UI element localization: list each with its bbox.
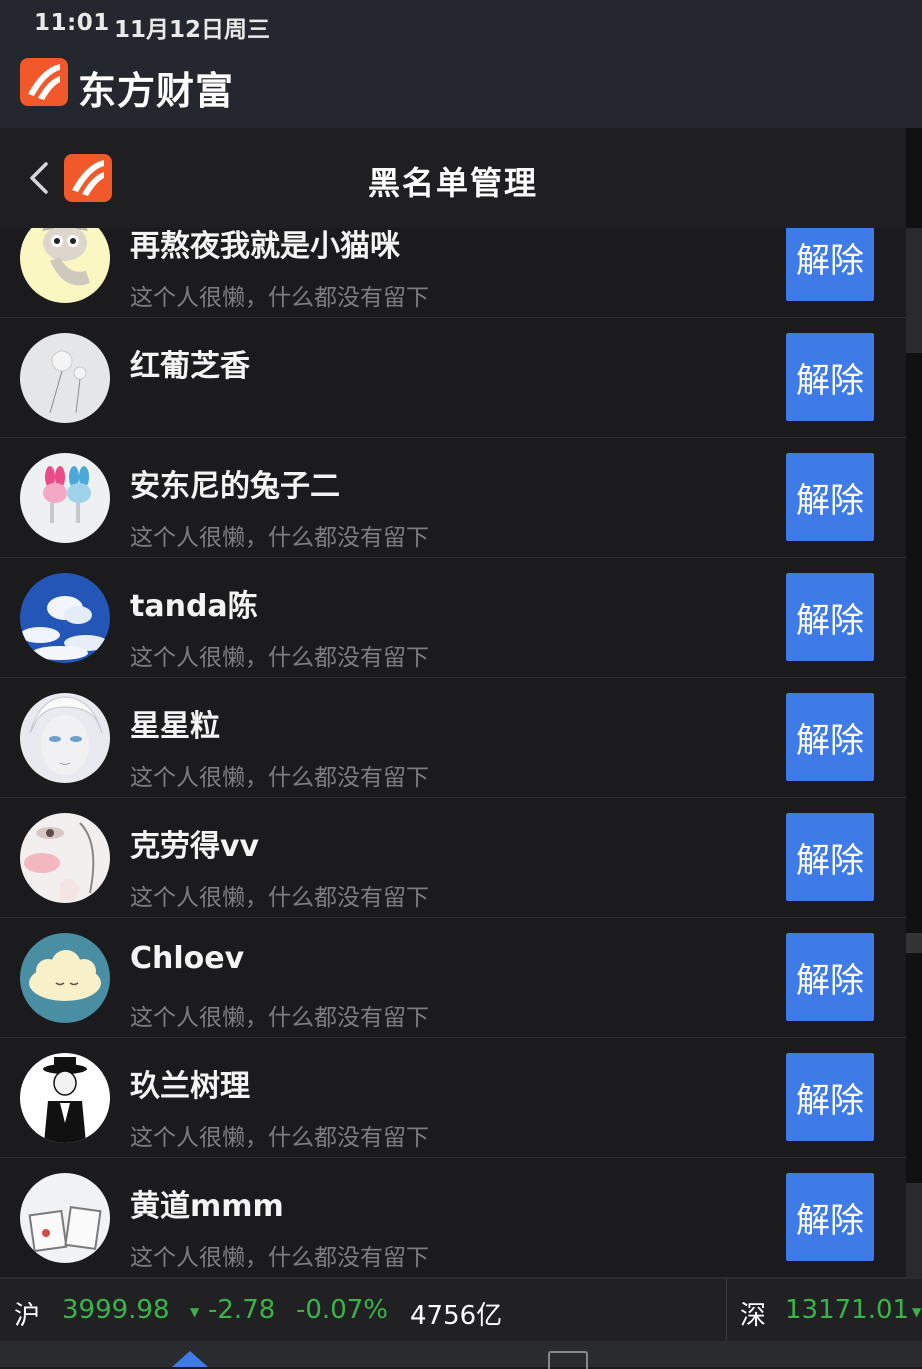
remove-button[interactable]: 解除 <box>786 813 874 901</box>
cartoon-cat-avatar <box>20 228 110 303</box>
sz-index: 13171.01 <box>785 1295 910 1325</box>
page-title: 黑名单管理 <box>367 164 538 202</box>
list-item: Chloev 这个人很懒，什么都没有留下 解除 <box>0 918 906 1038</box>
app-header: 东方财富 <box>0 50 922 128</box>
makeup-face-avatar <box>20 813 110 903</box>
sh-index: 3999.98 <box>62 1295 170 1325</box>
signature: 这个人很懒，什么都没有留下 <box>130 765 429 791</box>
username: 红葡芝香 <box>130 349 250 384</box>
active-tab-indicator-icon[interactable] <box>172 1351 208 1367</box>
remove-button[interactable]: 解除 <box>786 333 874 421</box>
remove-button[interactable]: 解除 <box>786 1053 874 1141</box>
sh-change: -2.78 <box>208 1295 276 1325</box>
sh-volume: 4756亿 <box>410 1301 503 1331</box>
market-ticker[interactable]: 沪 3999.98 ▼ -2.78 -0.07% 4756亿 深 13171.0… <box>0 1278 922 1341</box>
sz-label: 深 <box>740 1301 767 1331</box>
status-date: 11月12日周三 <box>114 17 271 43</box>
remove-button[interactable]: 解除 <box>786 453 874 541</box>
status-bar: 11:01 11月12日周三 <box>0 0 922 50</box>
username: 黄道mmm <box>130 1189 284 1224</box>
username: Chloev <box>130 941 245 976</box>
list-item: 黄道mmm 这个人很懒，什么都没有留下 解除 <box>0 1158 906 1278</box>
list-item: 红葡芝香 解除 <box>0 318 906 438</box>
remove-button[interactable]: 解除 <box>786 228 874 301</box>
status-time: 11:01 <box>34 10 110 36</box>
bottom-tab-bar <box>0 1341 922 1369</box>
remove-button[interactable]: 解除 <box>786 693 874 781</box>
list-item: tanda陈 这个人很懒，什么都没有留下 解除 <box>0 558 906 678</box>
signature: 这个人很懒，什么都没有留下 <box>130 885 429 911</box>
dandelion-avatar <box>20 333 110 423</box>
brand-name: 东方财富 <box>78 69 235 113</box>
list-item: 星星粒 这个人很懒，什么都没有留下 解除 <box>0 678 906 798</box>
list-item: 安东尼的兔子二 这个人很懒，什么都没有留下 解除 <box>0 438 906 558</box>
signature: 这个人很懒，什么都没有留下 <box>130 1245 429 1271</box>
list-item: 再熬夜我就是小猫咪 这个人很懒，什么都没有留下 解除 <box>0 228 906 318</box>
username: 安东尼的兔子二 <box>130 469 340 504</box>
hat-figure-avatar <box>20 1053 110 1143</box>
signature: 这个人很懒，什么都没有留下 <box>130 285 429 311</box>
signature: 这个人很懒，什么都没有留下 <box>130 1005 429 1031</box>
sh-percent: -0.07% <box>296 1295 388 1325</box>
app-logo-icon <box>20 58 68 106</box>
anime-face-avatar <box>20 693 110 783</box>
list-item: 克劳得vv 这个人很懒，什么都没有留下 解除 <box>0 798 906 918</box>
down-arrow-icon: ▼ <box>912 1305 922 1319</box>
remove-button[interactable]: 解除 <box>786 933 874 1021</box>
list-item: 玖兰树理 这个人很懒，什么都没有留下 解除 <box>0 1038 906 1158</box>
signature: 这个人很懒，什么都没有留下 <box>130 525 429 551</box>
bunny-clips-avatar <box>20 453 110 543</box>
sky-clouds-avatar <box>20 573 110 663</box>
username: 玖兰树理 <box>130 1069 250 1104</box>
username: 再熬夜我就是小猫咪 <box>130 229 400 264</box>
username: 星星粒 <box>130 709 220 744</box>
username: 克劳得vv <box>130 829 260 864</box>
right-scroll-rail <box>906 128 922 1278</box>
signature: 这个人很懒，什么都没有留下 <box>130 645 429 671</box>
down-arrow-icon: ▼ <box>190 1305 200 1319</box>
signature: 这个人很懒，什么都没有留下 <box>130 1125 429 1151</box>
nav-bar: 黑名单管理 <box>0 128 906 228</box>
remove-button[interactable]: 解除 <box>786 573 874 661</box>
cloud-cartoon-avatar <box>20 933 110 1023</box>
blacklist: 再熬夜我就是小猫咪 这个人很懒，什么都没有留下 解除 红葡芝香 解除 安东尼的兔… <box>0 228 906 1278</box>
document-tab-icon[interactable] <box>548 1351 588 1369</box>
photo-frames-avatar <box>20 1173 110 1263</box>
username: tanda陈 <box>130 589 258 624</box>
blacklist-scroll[interactable]: 再熬夜我就是小猫咪 这个人很懒，什么都没有留下 解除 红葡芝香 解除 安东尼的兔… <box>0 228 906 1278</box>
sh-label: 沪 <box>14 1301 41 1331</box>
remove-button[interactable]: 解除 <box>786 1173 874 1261</box>
ticker-divider <box>726 1279 727 1341</box>
